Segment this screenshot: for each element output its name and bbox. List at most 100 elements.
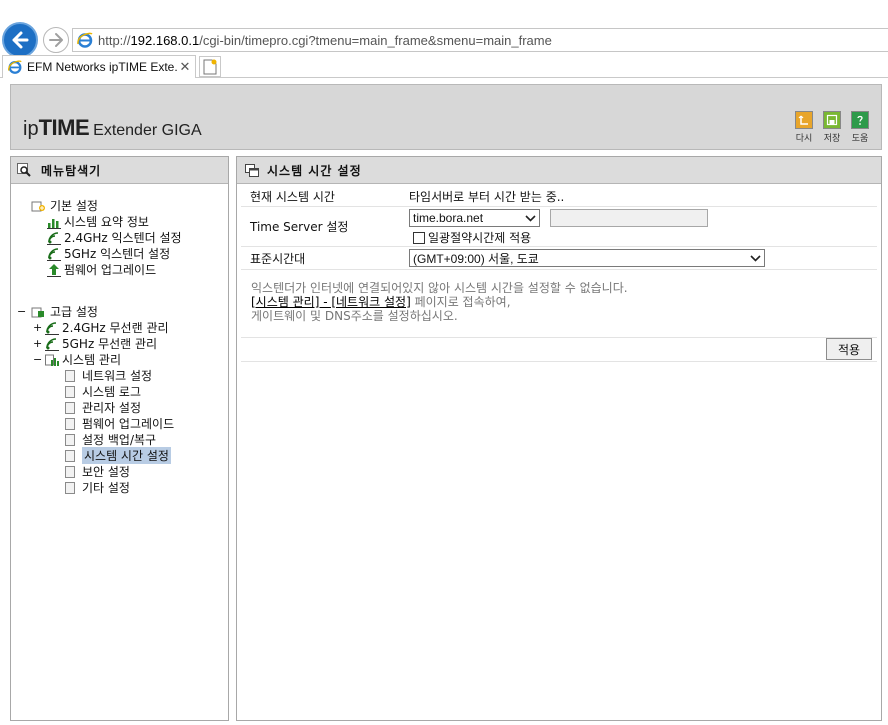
notice-line: 익스텐더가 인터넷에 연결되어있지 않아 시스템 시간을 설정할 수 없습니다.	[251, 281, 628, 295]
header-tools: 다시 저장 도움	[793, 111, 871, 144]
row-divider	[241, 337, 877, 338]
folder-chart-icon	[45, 354, 59, 366]
menu-label: 시스템 로그	[82, 385, 142, 399]
forward-arrow-icon	[49, 33, 63, 47]
help-tool[interactable]: 도움	[849, 111, 871, 144]
address-bar-row: http://192.168.0.1/cgi-bin/timepro.cgi?t…	[0, 20, 888, 58]
menu-label: 설정 백업/복구	[82, 433, 157, 447]
page-icon	[65, 385, 75, 398]
timezone-label: 표준시간대	[250, 251, 306, 266]
wifi-icon	[45, 337, 59, 351]
folder-icon	[31, 201, 45, 211]
tab-title: EFM Networks ipTIME Exte...	[27, 60, 177, 74]
page-icon	[65, 449, 75, 462]
help-label: 도움	[851, 134, 869, 144]
close-tab-icon[interactable]: ✕	[177, 60, 193, 75]
page-icon	[65, 433, 75, 446]
bar-chart-icon	[47, 218, 61, 229]
iptime-logo: ip TIME Extender GIGA	[23, 115, 202, 141]
menu-label: 관리자 설정	[82, 401, 142, 415]
network-settings-link[interactable]: [시스템 관리] - [네트워크 설정]	[251, 295, 411, 309]
page-icon	[65, 401, 75, 414]
connection-notice: 익스텐더가 인터넷에 연결되어있지 않아 시스템 시간을 설정할 수 없습니다.…	[251, 281, 628, 323]
menu-label: 5GHz 익스텐더 설정	[64, 247, 171, 261]
chevron-down-icon	[749, 253, 761, 263]
current-time-label: 현재 시스템 시간	[250, 189, 335, 204]
tab-ie-icon	[8, 60, 22, 74]
menu-label: 시스템 관리	[62, 353, 122, 367]
menu-item-24ghz-extender[interactable]: 2.4GHz 익스텐더 설정	[47, 229, 182, 246]
help-icon	[851, 111, 869, 129]
expand-toggle-icon[interactable]: +	[33, 337, 43, 350]
page-icon	[65, 465, 75, 478]
reload-tool[interactable]: 다시	[793, 111, 815, 144]
row-divider	[241, 269, 877, 270]
page-icon	[65, 369, 75, 382]
menu-item-network-settings[interactable]: 네트워크 설정	[65, 367, 152, 384]
collapse-toggle-icon[interactable]: −	[33, 353, 43, 366]
menu-item-5ghz-extender[interactable]: 5GHz 익스텐더 설정	[47, 245, 170, 262]
time-server-value: time.bora.net	[413, 211, 484, 225]
menu-item-other-settings[interactable]: 기타 설정	[65, 479, 130, 496]
time-server-select[interactable]: time.bora.net	[409, 209, 540, 227]
menu-item-system-log[interactable]: 시스템 로그	[65, 383, 141, 400]
window-icon	[245, 163, 259, 177]
tree-basic-settings[interactable]: 기본 설정	[29, 197, 98, 214]
magnifier-icon	[17, 163, 31, 177]
menu-item-firmware-upgrade-basic[interactable]: 펌웨어 업그레이드	[47, 261, 156, 278]
menu-item-5ghz-wireless[interactable]: + 5GHz 무선랜 관리	[33, 335, 157, 352]
back-button[interactable]	[2, 22, 38, 58]
menu-item-security-settings[interactable]: 보안 설정	[65, 463, 130, 480]
new-tab-icon	[203, 59, 217, 74]
folder-icon	[31, 307, 44, 317]
wifi-icon	[47, 231, 61, 245]
logo-extender: Extender GIGA	[93, 122, 202, 139]
page-icon	[65, 417, 75, 430]
menu-label: 5GHz 무선랜 관리	[62, 337, 158, 351]
notice-text: 페이지로 접속하여,	[410, 295, 511, 309]
expand-toggle-icon[interactable]: +	[33, 321, 43, 334]
menu-item-system-management[interactable]: − 시스템 관리	[33, 351, 121, 368]
save-label: 저장	[823, 134, 841, 144]
content-panel: 시스템 시간 설정 현재 시스템 시간 타임서버로 부터 시간 받는 중.. T…	[236, 156, 882, 721]
time-server-label: Time Server 설정	[250, 220, 349, 234]
row-time-server: Time Server 설정 time.bora.net 일광절약시간제 적용	[241, 209, 877, 245]
reload-label: 다시	[795, 134, 813, 144]
apply-button[interactable]: 적용	[826, 338, 872, 360]
wifi-icon	[47, 247, 61, 261]
menu-label: 펌웨어 업그레이드	[82, 417, 175, 431]
forward-button[interactable]	[43, 27, 69, 53]
page-title: 시스템 시간 설정	[267, 163, 362, 178]
menu-label: 2.4GHz 무선랜 관리	[62, 321, 169, 335]
notice-line: 게이트웨이 및 DNS주소를 설정하십시오.	[251, 309, 458, 323]
time-server-input[interactable]	[550, 209, 708, 227]
save-tool[interactable]: 저장	[821, 111, 843, 144]
menu-label: 보안 설정	[82, 465, 130, 479]
dst-checkbox[interactable]	[413, 231, 425, 244]
menu-item-backup-restore[interactable]: 설정 백업/복구	[65, 431, 156, 448]
chevron-down-icon	[524, 213, 536, 223]
menu-explorer-header: 메뉴탐색기	[11, 157, 228, 184]
menu-item-firmware-upgrade[interactable]: 펌웨어 업그레이드	[65, 415, 174, 432]
url-text: http://192.168.0.1/cgi-bin/timepro.cgi?t…	[98, 32, 552, 48]
timezone-select[interactable]: (GMT+09:00) 서울, 도쿄	[409, 249, 765, 267]
menu-item-24ghz-wireless[interactable]: + 2.4GHz 무선랜 관리	[33, 319, 169, 336]
row-timezone: 표준시간대 (GMT+09:00) 서울, 도쿄	[241, 248, 877, 268]
collapse-toggle-icon[interactable]: −	[17, 305, 27, 318]
current-time-value: 타임서버로 부터 시간 받는 중..	[409, 189, 565, 204]
wifi-icon	[45, 321, 59, 335]
dst-option[interactable]: 일광절약시간제 적용	[413, 229, 708, 246]
notice-line: [시스템 관리] - [네트워크 설정] 페이지로 접속하여,	[251, 295, 628, 309]
menu-label: 네트워크 설정	[82, 369, 153, 383]
menu-label: 시스템 요약 정보	[64, 215, 149, 229]
browser-tab[interactable]: EFM Networks ipTIME Exte... ✕	[2, 55, 196, 78]
tab-strip: EFM Networks ipTIME Exte... ✕	[0, 54, 888, 78]
tree-advanced-settings[interactable]: − 고급 설정	[17, 303, 98, 320]
menu-explorer-panel: 메뉴탐색기 기본 설정 시스템 요약 정보 2.4GHz 익스텐더 설정 5GH…	[10, 156, 229, 721]
menu-item-admin-settings[interactable]: 관리자 설정	[65, 399, 141, 416]
menu-item-system-summary[interactable]: 시스템 요약 정보	[47, 213, 149, 230]
address-field[interactable]: http://192.168.0.1/cgi-bin/timepro.cgi?t…	[72, 28, 888, 52]
menu-item-system-time[interactable]: 시스템 시간 설정	[65, 447, 171, 464]
content-header: 시스템 시간 설정	[237, 157, 881, 184]
new-tab-button[interactable]	[199, 56, 221, 77]
